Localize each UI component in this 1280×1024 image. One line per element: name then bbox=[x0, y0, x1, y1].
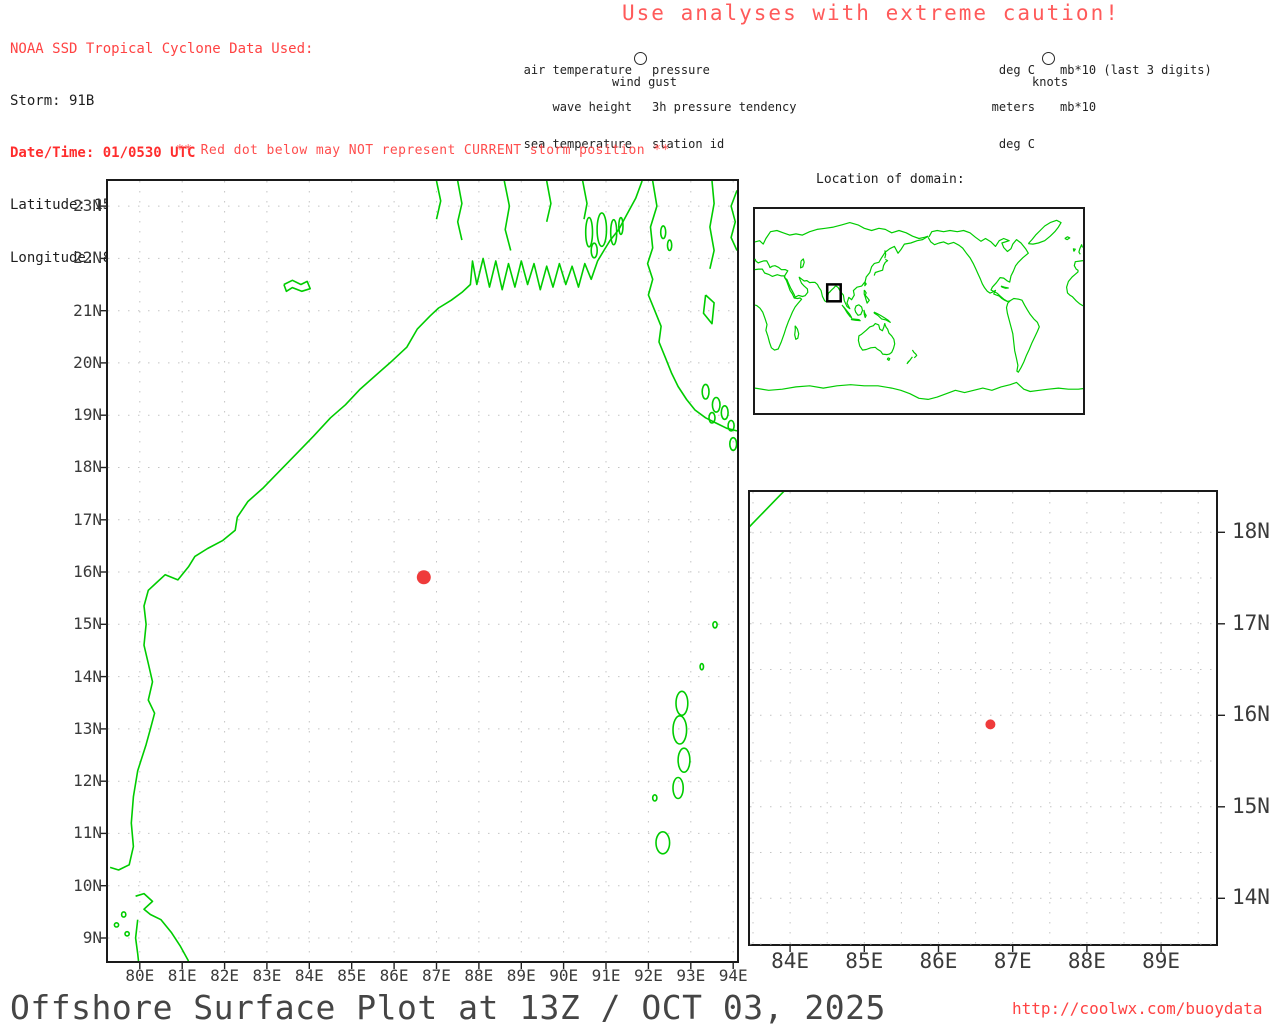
zoom-map-lat-label: 15N bbox=[1232, 794, 1280, 818]
main-map-lat-label: 20N bbox=[58, 353, 102, 372]
units-label-mb10: mb*10 bbox=[1060, 101, 1212, 113]
world-coastlines bbox=[755, 220, 1083, 399]
main-map-lon-label: 80E bbox=[116, 966, 164, 985]
zoom-map bbox=[748, 490, 1218, 946]
main-map-lat-label: 11N bbox=[58, 823, 102, 842]
zoom-map-lat-label: 17N bbox=[1232, 611, 1280, 635]
main-map-lat-label: 19N bbox=[58, 405, 102, 424]
main-map-lat-label: 18N bbox=[58, 457, 102, 476]
main-map-lon-label: 85E bbox=[328, 966, 376, 985]
main-map-lon-label: 82E bbox=[201, 966, 249, 985]
main-map-lat-label: 16N bbox=[58, 562, 102, 581]
zoom-map-lon-label: 86E bbox=[903, 949, 973, 973]
main-map-canvas bbox=[108, 181, 737, 961]
zoom-map-canvas bbox=[750, 492, 1216, 944]
world-inset-map bbox=[753, 207, 1085, 415]
storm-position-dot bbox=[417, 570, 431, 584]
units-legend-right-column: mb*10 (last 3 digits) mb*10 bbox=[1060, 40, 1212, 138]
units-legend-left-column: deg C meters deg C bbox=[920, 40, 1035, 174]
storm-position-dot bbox=[985, 719, 995, 729]
main-map-lat-label: 22N bbox=[58, 248, 102, 267]
main-map-lat-label: 10N bbox=[58, 876, 102, 895]
units-label-degc-1: deg C bbox=[920, 64, 1035, 76]
main-map-lon-label: 83E bbox=[243, 966, 291, 985]
main-map-lon-label: 91E bbox=[582, 966, 630, 985]
main-map-lat-label: 13N bbox=[58, 719, 102, 738]
station-legend-right-column: pressure 3h pressure tendency station id bbox=[652, 40, 797, 174]
zoom-map-lat-label: 14N bbox=[1232, 885, 1280, 909]
main-map-lat-label: 23N bbox=[58, 196, 102, 215]
page-title: Offshore Surface Plot at 13Z / OCT 03, 2… bbox=[10, 988, 886, 1024]
main-map-lat-label: 21N bbox=[58, 301, 102, 320]
main-map-lon-label: 94E bbox=[709, 966, 757, 985]
zoom-map-lon-label: 88E bbox=[1052, 949, 1122, 973]
zoom-map-lat-label: 16N bbox=[1232, 702, 1280, 726]
main-map-lon-label: 88E bbox=[455, 966, 503, 985]
axis-ticks bbox=[790, 532, 1225, 952]
caution-text: Use analyses with extreme caution! bbox=[622, 1, 1120, 25]
axis-ticks bbox=[100, 206, 733, 969]
legend-label-station-id: station id bbox=[652, 138, 797, 150]
red-dot-warning-text: ** Red dot below may NOT represent CURRE… bbox=[176, 143, 670, 158]
main-map-lon-label: 93E bbox=[667, 966, 715, 985]
units-model-circle-icon bbox=[1042, 52, 1055, 65]
offshore-surface-plot-page: NOAA SSD Tropical Cyclone Data Used: Sto… bbox=[0, 0, 1280, 1024]
legend-label-wave-height: wave height bbox=[500, 101, 632, 113]
main-map-lat-label: 15N bbox=[58, 614, 102, 633]
main-map-lon-label: 92E bbox=[624, 966, 672, 985]
zoom-map-lon-label: 84E bbox=[755, 949, 825, 973]
main-map-lon-label: 84E bbox=[285, 966, 333, 985]
grid-lines bbox=[750, 492, 1216, 944]
zoom-map-lon-label: 89E bbox=[1126, 949, 1196, 973]
zoom-map-lon-label: 87E bbox=[978, 949, 1048, 973]
main-map-lon-label: 81E bbox=[158, 966, 206, 985]
legend-label-pressure-tendency: 3h pressure tendency bbox=[652, 101, 797, 113]
inset-title: Location of domain: bbox=[816, 172, 965, 187]
info-storm-line: Storm: 91B bbox=[10, 93, 313, 110]
main-map-lat-label: 9N bbox=[58, 928, 102, 947]
zoom-map-lat-label: 18N bbox=[1232, 519, 1280, 543]
main-map-lon-label: 86E bbox=[370, 966, 418, 985]
main-map-lon-label: 90E bbox=[540, 966, 588, 985]
main-map-lat-label: 12N bbox=[58, 771, 102, 790]
main-map-lon-label: 87E bbox=[412, 966, 460, 985]
units-label-meters: meters bbox=[920, 101, 1035, 113]
zoom-map-lon-label: 85E bbox=[829, 949, 899, 973]
source-url: http://coolwx.com/buoydata bbox=[1012, 999, 1262, 1018]
main-map-lat-label: 17N bbox=[58, 510, 102, 529]
main-map bbox=[106, 179, 739, 963]
legend-label-pressure: pressure bbox=[652, 64, 797, 76]
info-source-line: NOAA SSD Tropical Cyclone Data Used: bbox=[10, 41, 313, 58]
main-map-lat-label: 14N bbox=[58, 667, 102, 686]
units-label-mb10-last3: mb*10 (last 3 digits) bbox=[1060, 64, 1212, 76]
main-map-lon-label: 89E bbox=[497, 966, 545, 985]
station-model-circle-icon bbox=[634, 52, 647, 65]
units-label-degc-2: deg C bbox=[920, 138, 1035, 150]
world-map-canvas bbox=[755, 209, 1083, 413]
